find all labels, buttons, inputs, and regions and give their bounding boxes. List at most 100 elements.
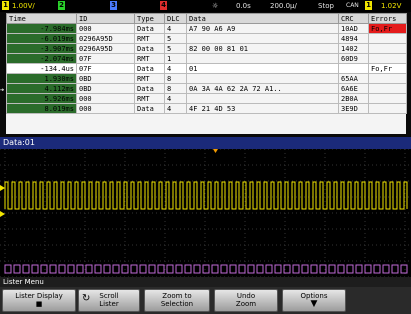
cell-type: Data xyxy=(134,63,165,74)
cell-type: RMT xyxy=(134,93,165,104)
scroll-label: Scroll xyxy=(99,292,119,300)
cell-data: 01 xyxy=(186,63,339,74)
timebase-readout: 200.0µ/ xyxy=(270,2,297,10)
cell-errors xyxy=(368,43,407,54)
cell-dlc: 8 xyxy=(164,83,187,94)
cell-id: 000 xyxy=(76,103,135,114)
delay-readout: 0.0s xyxy=(236,2,251,10)
decode-bus-trace xyxy=(4,264,408,274)
cell-id: 0BD xyxy=(76,73,135,84)
col-dlc: DLC xyxy=(164,13,187,24)
cell-id: 000 xyxy=(76,93,135,104)
rotate-knob-icon: ↻ xyxy=(82,293,91,304)
channel-1-indicator[interactable]: 1 xyxy=(2,1,9,10)
cell-time: -2.074ms xyxy=(6,53,77,64)
cell-data: A7 90 A6 A9 xyxy=(186,23,339,34)
cell-crc: 60D9 xyxy=(338,53,369,64)
cell-data: 4F 21 4D 53 xyxy=(186,103,339,114)
cell-errors xyxy=(368,93,407,104)
cell-data: 0A 3A 4A 62 2A 72 A1.. xyxy=(186,83,339,94)
cell-type: Data xyxy=(134,43,165,54)
lister-row[interactable]: 5.926ms 000 RMT 4 2B0A xyxy=(6,93,407,104)
cell-type: RMT xyxy=(134,73,165,84)
cell-data xyxy=(186,93,339,104)
cell-crc: 1402 xyxy=(338,43,369,54)
lister-table-panel: ➔ Time ID Type DLC Data CRC Errors -7.98… xyxy=(0,13,407,134)
col-data: Data xyxy=(186,13,339,24)
cell-time: -7.984ms xyxy=(6,23,77,34)
cell-type: RMT xyxy=(134,33,165,44)
channel-2-indicator[interactable]: 2 xyxy=(58,1,65,10)
cell-dlc: 4 xyxy=(164,103,187,114)
channel-4-indicator[interactable]: 4 xyxy=(160,1,167,10)
cell-dlc: 4 xyxy=(164,23,187,34)
down-arrow-icon: ▼ xyxy=(310,299,318,309)
cell-crc xyxy=(338,63,369,74)
options-softkey[interactable]: Options ▼ xyxy=(282,289,346,312)
cell-errors xyxy=(368,103,407,114)
trigger-source: CAN xyxy=(346,2,359,9)
cell-dlc: 5 xyxy=(164,43,187,54)
zoom-selection-softkey[interactable]: Zoom to Selection xyxy=(144,289,210,312)
selected-row-arrow-icon: ➔ xyxy=(0,86,5,94)
cell-id: 000 xyxy=(76,23,135,34)
col-id: ID xyxy=(76,13,135,24)
cell-time: -3.907ms xyxy=(6,43,77,54)
run-state: Stop xyxy=(318,2,334,10)
cell-time: 5.926ms xyxy=(6,93,77,104)
lister-row[interactable]: 8.019ms 000 Data 4 4F 21 4D 53 3E9D xyxy=(6,103,407,114)
cell-type: Data xyxy=(134,23,165,34)
undo-zoom-softkey[interactable]: Undo Zoom xyxy=(214,289,278,312)
undo-label: Undo xyxy=(236,292,256,300)
cell-data xyxy=(186,33,339,44)
cell-errors xyxy=(368,33,407,44)
trigger-level-marker-icon xyxy=(0,211,5,217)
cell-type: RMT xyxy=(134,53,165,64)
cell-errors xyxy=(368,53,407,64)
cell-errors: Fo,Fr xyxy=(368,63,407,74)
lister-row[interactable]: -134.4us 07F Data 4 01 Fo,Fr xyxy=(6,63,407,74)
cell-id: 07F xyxy=(76,53,135,64)
cell-time: 1.930ms xyxy=(6,73,77,84)
cell-crc: 10AD xyxy=(338,23,369,34)
cell-id: 07F xyxy=(76,63,135,74)
lister-row[interactable]: -6.019ms 0296A95D RMT 5 4894 xyxy=(6,33,407,44)
lister-row[interactable]: 4.112ms 0BD Data 8 0A 3A 4A 62 2A 72 A1.. 6A6… xyxy=(6,83,407,94)
lister-menu-title: Lister Menu xyxy=(0,277,411,287)
lister-row[interactable]: -2.074ms 07F RMT 1 60D9 xyxy=(6,53,407,64)
channel-3-indicator[interactable]: 3 xyxy=(110,1,117,10)
cell-id: 0BD xyxy=(76,83,135,94)
zoom-label: Zoom to xyxy=(162,292,192,300)
trigger-level: 1.02V xyxy=(381,2,402,10)
lister-row[interactable]: 1.930ms 0BD RMT 8 65AA xyxy=(6,73,407,84)
undo-sub: Zoom xyxy=(235,300,257,308)
lister-row[interactable]: -3.907ms 0296A95D Data 5 82 00 00 81 01 1402 xyxy=(6,43,407,54)
lister-display-softkey[interactable]: Lister Display ■ xyxy=(2,289,76,312)
cell-time: 4.112ms xyxy=(6,83,77,94)
waveform-display[interactable] xyxy=(0,149,411,277)
cell-dlc: 4 xyxy=(164,63,187,74)
scroll-lister-softkey[interactable]: ↻ Scroll Lister xyxy=(78,289,140,312)
cell-time: 8.019ms xyxy=(6,103,77,114)
lister-table: Time ID Type DLC Data CRC Errors -7.984m… xyxy=(6,13,407,114)
cell-crc: 65AA xyxy=(338,73,369,84)
cell-data: 82 00 00 81 01 xyxy=(186,43,339,54)
decode-data-label: Data:01 xyxy=(0,137,411,149)
lister-header: Time ID Type DLC Data CRC Errors xyxy=(6,13,407,24)
trigger-position-marker-icon xyxy=(213,149,218,153)
cell-id: 0296A95D xyxy=(76,33,135,44)
lister-row[interactable]: -7.984ms 000 Data 4 A7 90 A6 A9 10AD Fo,Fr xyxy=(6,23,407,34)
cell-crc: 2B0A xyxy=(338,93,369,104)
cell-crc: 6A6E xyxy=(338,83,369,94)
cell-errors xyxy=(368,73,407,84)
status-bar: 1 1.00V/ 2 3 4 ☼ 0.0s 200.0µ/ Stop CAN 1… xyxy=(0,0,411,12)
toggle-box-icon: ■ xyxy=(35,300,43,308)
softkey-bar: Lister Display ■ ↻ Scroll Lister Zoom to… xyxy=(0,287,411,314)
channel-1-ground-marker-icon xyxy=(0,185,5,191)
cell-type: Data xyxy=(134,83,165,94)
col-time: Time xyxy=(6,13,77,24)
waveform-grid xyxy=(0,149,411,277)
cell-errors xyxy=(368,83,407,94)
channel-1-scale: 1.00V/ xyxy=(12,2,35,10)
cell-crc: 4894 xyxy=(338,33,369,44)
